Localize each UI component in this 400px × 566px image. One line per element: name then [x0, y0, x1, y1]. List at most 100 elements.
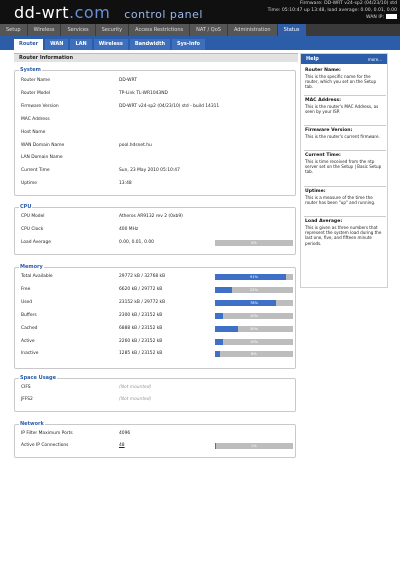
cpu-row-cpu-model: CPU Model Atheros AR9132 rev 2 (0xb9): [21, 213, 291, 221]
subtab-sys-info[interactable]: Sys-Info: [172, 39, 205, 50]
row-value: 400 MHz: [119, 226, 139, 232]
network-legend: Network: [19, 421, 45, 427]
memory-row-active: Active 2260 kB / 23152 kB 10%: [21, 338, 293, 346]
row-label: IP Filter Maximum Ports: [21, 431, 73, 436]
row-value: 6888 kB / 23152 kB: [119, 325, 163, 331]
usage-percent: 0%: [251, 240, 257, 245]
help-item-text: This is the specific name for the router…: [305, 74, 377, 90]
row-label: Buffers: [21, 312, 37, 318]
memory-row-cached: Cached 6888 kB / 23152 kB 30%: [21, 325, 293, 333]
usage-percent: 1%: [251, 444, 257, 448]
row-label: JFFS2: [21, 397, 33, 402]
usage-percent: 22%: [250, 287, 258, 292]
row-label: CPU Model: [21, 214, 45, 219]
help-item-text: This is time received from the ntp serve…: [305, 159, 382, 175]
usage-bar: 22%: [215, 286, 293, 293]
row-label: Used: [21, 299, 32, 305]
row-value: 29772 kB / 32768 kB: [119, 274, 166, 279]
row-value[interactable]: 48: [119, 442, 125, 450]
memory-row-inactive: Inactive 1285 kB / 23152 kB 6%: [21, 350, 293, 358]
usage-bar: 30%: [215, 325, 293, 332]
row-value: Sun, 23 May 2010 05:10:47: [119, 168, 180, 174]
wan-ip-label: WAN IP:: [365, 15, 384, 20]
main-navigation: Setup Wireless Services Security Access Rest…: [0, 24, 400, 36]
row-value: 23152 kB / 29772 kB: [119, 299, 166, 305]
row-value: Atheros AR9132 rev 2 (0xb9): [119, 214, 183, 219]
help-more-link[interactable]: more...: [368, 57, 382, 62]
tab-security[interactable]: Security: [95, 24, 129, 36]
memory-section: Memory Total Available 29772 kB / 32768 k…: [14, 264, 296, 369]
tab-services[interactable]: Services: [61, 24, 95, 36]
help-item-uptime: Uptime: This is a measure of the time the…: [305, 189, 385, 205]
subtab-bandwidth[interactable]: Bandwidth: [129, 39, 171, 50]
help-separator: [304, 186, 386, 187]
row-label: Inactive: [21, 351, 39, 357]
top-header: dd-wrt.com control panel Firmware: DD-WRT…: [0, 0, 400, 24]
main-content: Router Information System Router Name DD-…: [14, 53, 298, 566]
space-usage-section: Space Usage CIFS (Not mounted) JFFS2 (Not m…: [14, 375, 296, 412]
wan-ip-value: [386, 14, 397, 19]
row-label: MAC Address: [21, 116, 50, 122]
row-value: (Not mounted): [119, 385, 152, 390]
row-value: (Not mounted): [119, 397, 152, 402]
row-value: 2260 kB / 23152 kB: [119, 338, 163, 344]
usage-percent: 10%: [250, 339, 258, 344]
help-panel: Help more... Router Name: This is the spe…: [300, 53, 388, 288]
help-title: Help: [306, 56, 319, 62]
help-item-router-name: Router Name: This is the specific name fo…: [305, 68, 385, 90]
subtab-lan[interactable]: LAN: [70, 39, 92, 50]
row-value: TP-Link TL-WR1043ND: [119, 90, 168, 96]
row-label: CIFS: [21, 385, 31, 390]
row-value: 2300 kB / 23152 kB: [119, 312, 163, 318]
tab-wireless[interactable]: Wireless: [27, 24, 61, 36]
help-separator: [304, 125, 386, 126]
network-row-ip-filter-maximum-ports: IP Filter Maximum Ports 4096: [21, 430, 291, 438]
usage-percent: 91%: [250, 275, 258, 279]
help-item-current-time: Current Time: This is time received from …: [305, 153, 385, 175]
row-label: Active: [21, 338, 35, 344]
help-item-text: This is a measure of the time the router…: [305, 195, 376, 206]
system-row-mac-address: MAC Address: [21, 116, 291, 124]
memory-row-used: Used 23152 kB / 29772 kB 78%: [21, 299, 293, 307]
usage-bar: 91%: [215, 274, 293, 280]
help-separator: [304, 95, 386, 96]
help-header: Help more...: [301, 54, 387, 64]
subtab-wan[interactable]: WAN: [45, 39, 69, 50]
help-item-firmware-version: Firmware Version: This is the router's cu…: [305, 128, 385, 139]
usage-percent: 6%: [251, 352, 257, 357]
row-label: Load Average: [21, 239, 51, 245]
subtab-wireless[interactable]: Wireless: [93, 39, 128, 50]
space-usage-legend: Space Usage: [19, 375, 58, 381]
row-value: 4096: [119, 431, 131, 436]
memory-row-buffers: Buffers 2300 kB / 23152 kB 10%: [21, 312, 293, 320]
system-legend: System: [19, 67, 42, 73]
subtab-router[interactable]: Router: [14, 39, 44, 50]
usage-percent: 10%: [250, 313, 258, 318]
usage-bar: 10%: [215, 312, 293, 319]
help-separator: [304, 150, 386, 151]
space-row-cifs: CIFS (Not mounted): [21, 384, 291, 392]
tab-administration[interactable]: Administration: [227, 24, 277, 36]
row-value: pool.hdsnet.hu: [119, 142, 152, 148]
row-label: Active IP Connections: [21, 443, 69, 448]
tab-access-restrictions[interactable]: Access Restrictions: [129, 24, 190, 36]
memory-row-total-available: Total Available 29772 kB / 32768 kB 91%: [21, 273, 293, 281]
row-value: DD-WRT: [119, 78, 137, 83]
row-value: 6620 kB / 29772 kB: [119, 286, 163, 292]
usage-bar: 78%: [215, 299, 293, 306]
cpu-row-cpu-clock: CPU Clock 400 MHz: [21, 226, 291, 234]
cpu-section: CPU CPU Model Atheros AR9132 rev 2 (0xb9)…: [14, 204, 296, 255]
sub-navigation: Router WAN LAN Wireless Bandwidth Sys-Info: [0, 36, 400, 50]
usage-percent: 78%: [250, 300, 258, 305]
ddwrt-logo: dd-wrt.com control panel: [14, 3, 203, 22]
page-title: Router Information: [14, 53, 298, 62]
system-row-wan-domain-name: WAN Domain Name pool.hdsnet.hu: [21, 142, 291, 150]
tab-status[interactable]: Status: [277, 24, 306, 36]
control-panel-label: control panel: [124, 8, 203, 21]
tab-nat-qos[interactable]: NAT / QoS: [190, 24, 227, 36]
system-row-router-name: Router Name DD-WRT: [21, 77, 291, 85]
row-label: Firmware Version: [21, 103, 59, 109]
row-label: Host Name: [21, 129, 46, 135]
tab-setup[interactable]: Setup: [0, 24, 27, 36]
row-label: Uptime: [21, 181, 37, 187]
